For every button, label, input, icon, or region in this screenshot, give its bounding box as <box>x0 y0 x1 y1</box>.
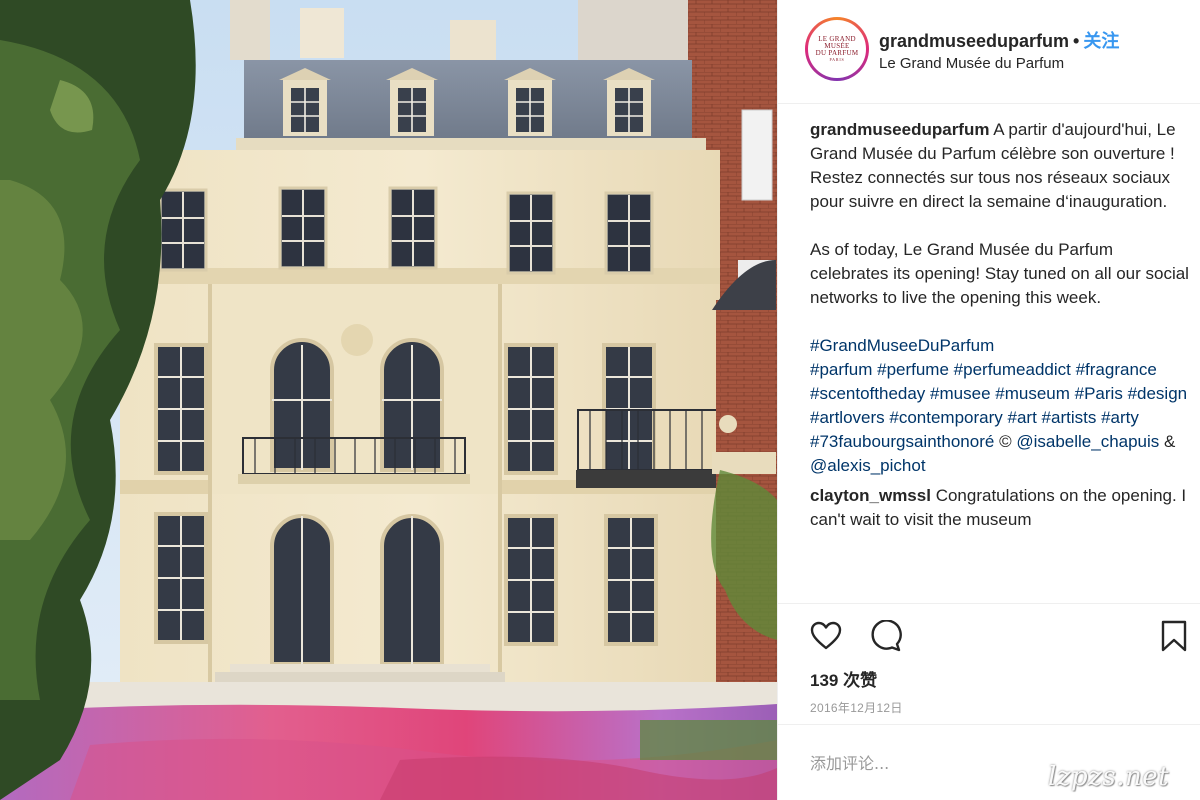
like-count[interactable]: 139 次赞 <box>810 666 877 691</box>
comment-item: clayton_wmssl Congratulations on the ope… <box>810 484 1193 532</box>
watermark: lzpzs.net <box>1048 762 1170 792</box>
hashtag[interactable]: #art <box>1008 408 1037 427</box>
hashtag[interactable]: #perfume <box>877 360 949 379</box>
location-link[interactable]: Le Grand Musée du Parfum <box>879 55 1064 72</box>
heart-icon[interactable] <box>810 620 842 652</box>
hashtag[interactable]: #artlovers <box>810 408 885 427</box>
action-bar <box>778 603 1200 667</box>
hashtag[interactable]: #artists <box>1042 408 1097 427</box>
comment-bubble-icon[interactable] <box>870 620 902 652</box>
hashtags: #GrandMuseeDuParfum #parfum #perfume #pe… <box>810 334 1193 478</box>
hashtag[interactable]: #Paris <box>1075 384 1123 403</box>
hashtag[interactable]: #scentoftheday <box>810 384 925 403</box>
username-row: grandmuseeduparfum • 关注 <box>879 27 1119 51</box>
separator-dot: • <box>1073 31 1080 51</box>
caption: grandmuseeduparfum A partir d'aujourd'hu… <box>810 118 1193 478</box>
post-date: 2016年12月12日 <box>810 701 903 715</box>
building-photo <box>0 0 777 800</box>
mention-link[interactable]: @isabelle_chapuis <box>1016 432 1159 451</box>
follow-button[interactable]: 关注 <box>1083 31 1119 51</box>
hashtag[interactable]: #parfum <box>810 360 872 379</box>
hashtag[interactable]: #fragrance <box>1076 360 1157 379</box>
hashtag[interactable]: #contemporary <box>889 408 1002 427</box>
copyright-symbol: © <box>999 432 1012 451</box>
caption-username[interactable]: grandmuseeduparfum <box>810 120 989 139</box>
hashtag[interactable]: #73faubourgsainthonoré <box>810 432 994 451</box>
bookmark-icon[interactable] <box>1158 620 1190 652</box>
credit-joiner: & <box>1164 432 1176 451</box>
post-photo[interactable] <box>0 0 777 800</box>
avatar-story-ring[interactable]: LE GRAND MUSÉE DU PARFUM PARIS <box>805 17 869 81</box>
caption-text-en: As of today, Le Grand Musée du Parfum ce… <box>810 240 1189 307</box>
hashtag[interactable]: #GrandMuseeDuParfum <box>810 336 994 355</box>
comments-list[interactable]: grandmuseeduparfum A partir d'aujourd'hu… <box>810 118 1193 604</box>
post-header: LE GRAND MUSÉE DU PARFUM PARIS grandmuse… <box>778 0 1200 104</box>
comment-username[interactable]: clayton_wmssl <box>810 486 931 505</box>
hashtag[interactable]: #perfumeaddict <box>954 360 1071 379</box>
avatar-text-line-3: DU PARFUM <box>815 48 859 57</box>
mention-link[interactable]: @alexis_pichot <box>810 456 926 475</box>
hashtag[interactable]: #musee <box>930 384 990 403</box>
hashtag[interactable]: #arty <box>1101 408 1139 427</box>
avatar[interactable]: LE GRAND MUSÉE DU PARFUM PARIS <box>808 20 866 78</box>
username-link[interactable]: grandmuseeduparfum <box>879 31 1069 51</box>
avatar-text-line-4: PARIS <box>829 56 845 62</box>
hashtag[interactable]: #museum <box>995 384 1070 403</box>
post-panel: LE GRAND MUSÉE DU PARFUM PARIS grandmuse… <box>777 0 1200 800</box>
hashtag[interactable]: #design <box>1128 384 1188 403</box>
